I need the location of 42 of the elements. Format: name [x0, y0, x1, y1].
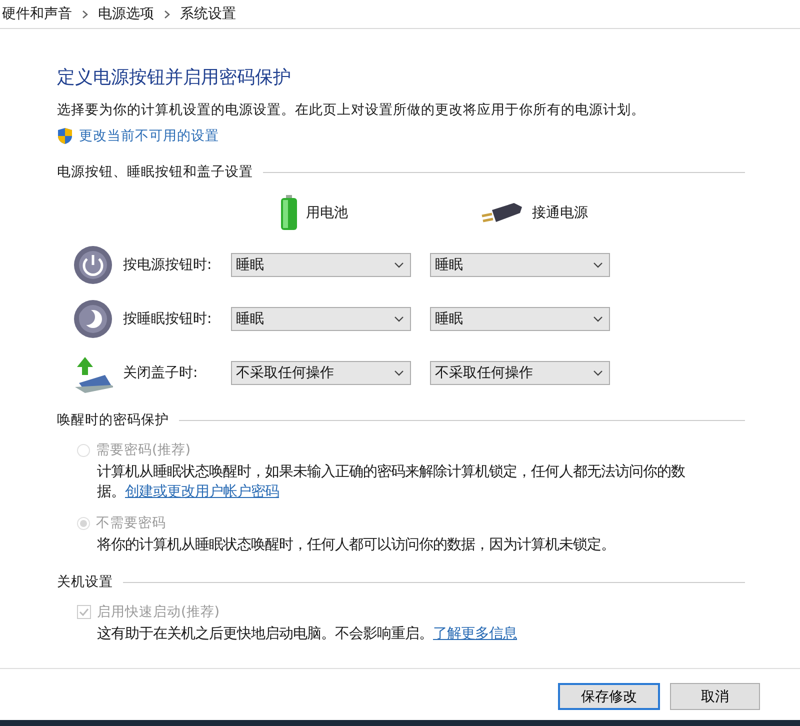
section-title: 关机设置: [57, 573, 113, 591]
save-button[interactable]: 保存修改: [558, 683, 660, 710]
breadcrumb-item[interactable]: 系统设置: [180, 5, 236, 23]
dropdown[interactable]: 睡眠: [231, 307, 411, 331]
checkmark-icon: [78, 606, 90, 618]
option-description: 这有助于在关机之后更快地启动电脑。不会影响重启。了解更多信息: [97, 624, 518, 644]
column-label: 用电池: [306, 204, 348, 222]
setting-label: 按电源按钮时:: [123, 256, 213, 274]
caret-icon: [593, 316, 603, 322]
cancel-button[interactable]: 取消: [670, 683, 760, 710]
description: 选择要为你的计算机设置的电源设置。在此页上对设置所做的更改将应用于你所有的电源计划。: [57, 101, 646, 119]
caret-icon: [394, 262, 404, 268]
checkbox-label: 启用快速启动(推荐): [97, 603, 220, 621]
breadcrumb-item[interactable]: 硬件和声音: [2, 5, 72, 23]
option-description: 将你的计算机从睡眠状态唤醒时，任何人都可以访问你的数据，因为计算机未锁定。: [97, 536, 616, 555]
section-title: 唤醒时的密码保护: [57, 411, 169, 429]
dropdown[interactable]: 不采取任何操作: [231, 361, 411, 385]
dropdown[interactable]: 不采取任何操作: [430, 361, 610, 385]
shield-icon: [57, 127, 73, 145]
dropdown[interactable]: 睡眠: [231, 253, 411, 277]
section-title: 电源按钮、睡眠按钮和盖子设置: [57, 163, 253, 181]
page-title: 定义电源按钮并启用密码保护: [57, 66, 292, 89]
battery-icon: [280, 195, 298, 231]
chevron-icon: [164, 10, 170, 18]
caret-icon: [593, 262, 603, 268]
caret-icon: [394, 370, 404, 376]
power-icon: [73, 245, 113, 285]
option-description: 计算机从睡眠状态唤醒时，如果未输入正确的密码来解除计算机锁定，任何人都无法访问你的数据。创建或更改用户帐户密码: [97, 462, 686, 502]
chevron-icon: [82, 10, 88, 18]
dropdown[interactable]: 睡眠: [430, 307, 610, 331]
breadcrumb-item[interactable]: 电源选项: [98, 5, 154, 23]
dropdown[interactable]: 睡眠: [430, 253, 610, 277]
caret-icon: [593, 370, 603, 376]
option-label: 需要密码(推荐): [96, 441, 191, 459]
option-label: 不需要密码: [96, 514, 166, 532]
settings-link[interactable]: 更改当前不可用的设置: [79, 127, 219, 145]
column-label: 接通电源: [532, 204, 588, 222]
moon-icon: [73, 299, 113, 339]
plug-icon: [480, 202, 524, 224]
setting-label: 关闭盖子时:: [123, 364, 199, 382]
caret-icon: [394, 316, 404, 322]
setting-label: 按睡眠按钮时:: [123, 310, 213, 328]
